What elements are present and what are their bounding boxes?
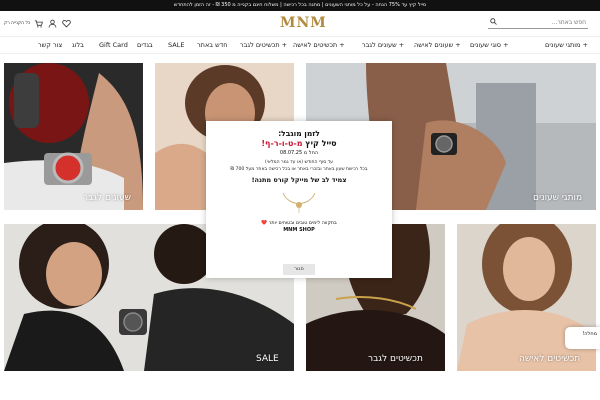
close-button[interactable]: סגור: [283, 264, 315, 275]
heart-icon[interactable]: [62, 19, 72, 28]
caption-watches-men: שעונים לגבר: [83, 193, 132, 203]
popup-limited: לזמן מוגבל:: [278, 129, 320, 138]
caption-sale: SALE: [256, 354, 279, 364]
nav-watches-men[interactable]: + שעונים לגבר: [362, 41, 404, 49]
popup-title: סייל קיץ מ-ט-ו-ר-ף!: [206, 139, 392, 148]
nav-clothes[interactable]: בגדים: [137, 41, 153, 49]
popup-gift: צמיד לב של מייקל קורס מתנה!: [251, 176, 347, 184]
nav-jewelry-men[interactable]: + תכשיטים לגבר: [240, 41, 287, 49]
popup-title-highlight: מ-ט-ו-ר-ף!: [261, 139, 303, 148]
bracelet-image: [282, 192, 316, 213]
nav-blog[interactable]: בלוג: [72, 41, 84, 49]
caption-jewelry-women: תכשיטים לאישה: [519, 354, 581, 364]
caption-jewelry-men: תכשיטים לגבר: [368, 354, 423, 364]
site-header: חפש באתר... MNM כל הקנייה רק: [0, 11, 600, 36]
site-logo[interactable]: MNM: [280, 15, 326, 31]
search-icon[interactable]: [490, 18, 497, 25]
popup-wish: בתקווה לימים טובים ובטוחים יותר ❤️: [261, 221, 337, 226]
popup-signature: MNM SHOP: [283, 227, 315, 233]
watches-men-photo: [4, 63, 143, 210]
announcement-bar: סייל קיץ עד 75% הנחה - על כל מותגי השעונ…: [0, 0, 600, 11]
popup-title-prefix: סייל קיץ: [302, 139, 337, 148]
nav-sale[interactable]: SALE: [168, 41, 184, 49]
nav-gift-card[interactable]: Gift Card: [99, 41, 128, 49]
popup-until: עד סוף החודש (או עד גמר המלאי): [264, 160, 334, 165]
chat-widget[interactable]: מחלה!: [565, 327, 600, 349]
header-icons: כל הקנייה רק: [4, 17, 76, 29]
main-nav: + מותגי שעונים + סוגי שעונים + שעונים לא…: [0, 36, 600, 54]
search-input[interactable]: חפש באתר...: [488, 16, 588, 29]
nav-new[interactable]: חדש באתר: [197, 41, 228, 49]
announcement-text: סייל קיץ עד 75% הנחה - על כל מותגי השעונ…: [173, 2, 427, 8]
user-icon[interactable]: [48, 19, 57, 28]
nav-contact[interactable]: צור קשר: [38, 41, 62, 49]
popup-condition: בכל רכישת שעון באתר ובזכרי באתר או בכל ר…: [230, 167, 368, 172]
nav-watch-brands[interactable]: + מותגי שעונים: [545, 41, 588, 49]
search-placeholder: חפש באתר...: [551, 19, 586, 26]
account-label[interactable]: כל הקנייה רק: [4, 21, 30, 26]
cart-icon[interactable]: [34, 19, 44, 28]
promo-popup: לזמן מוגבל: סייל קיץ מ-ט-ו-ר-ף! החל מ 08…: [206, 121, 392, 278]
popup-date: החל מ 08.07.25: [279, 150, 319, 156]
caption-brands: מותגי שעונים: [533, 193, 583, 203]
nav-watch-types[interactable]: + סוגי שעונים: [470, 41, 509, 49]
nav-jewelry-women[interactable]: + תכשיטים לאישה: [293, 41, 345, 49]
chat-label: מחלה!: [582, 331, 597, 337]
panel-watches-men[interactable]: שעונים לגבר: [4, 63, 143, 210]
nav-watches-women[interactable]: + שעונים לאישה: [414, 41, 461, 49]
